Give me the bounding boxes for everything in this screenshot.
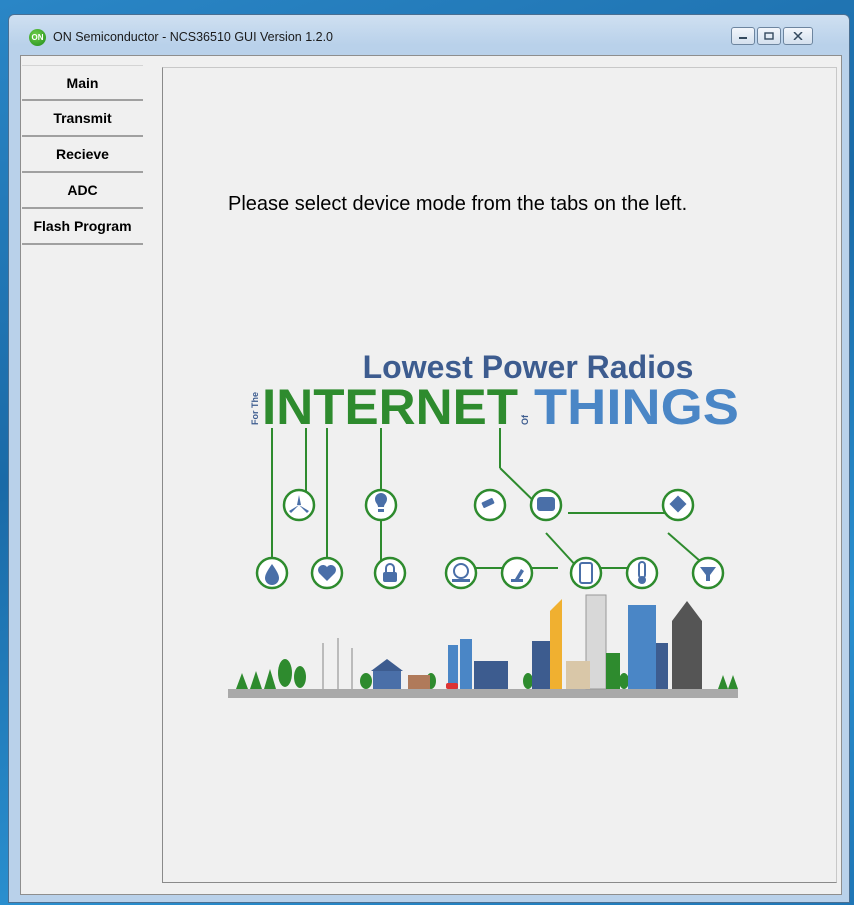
app-window: ON ON Semiconductor - NCS36510 GUI Versi…: [8, 14, 850, 903]
window-title: ON Semiconductor - NCS36510 GUI Version …: [53, 30, 333, 44]
maximize-button[interactable]: [757, 27, 781, 45]
tab-transmit[interactable]: Transmit: [22, 101, 143, 137]
banner-things: THINGS: [534, 379, 739, 435]
tab-recieve[interactable]: Recieve: [22, 137, 143, 173]
tab-page-main: Please select device mode from the tabs …: [162, 67, 837, 883]
minimize-icon: [739, 37, 747, 39]
mode-tab-strip: Main Transmit Recieve ADC Flash Program: [22, 65, 143, 245]
iot-banner-graphic: Lowest Power Radios For The INTERNET Of …: [228, 349, 739, 698]
app-icon-text: ON: [31, 33, 44, 42]
maximize-icon: [764, 32, 774, 40]
tab-adc[interactable]: ADC: [22, 173, 143, 209]
tab-main[interactable]: Main: [22, 65, 143, 101]
client-area: Main Transmit Recieve ADC Flash Program …: [20, 55, 842, 895]
tab-flash-program[interactable]: Flash Program: [22, 209, 143, 245]
minimize-button[interactable]: [731, 27, 755, 45]
banner-internet: INTERNET: [262, 379, 518, 435]
city-skyline: [228, 594, 738, 698]
close-icon: [793, 32, 803, 40]
banner-for-the: For The: [250, 392, 260, 425]
banner-of: Of: [520, 414, 530, 425]
on-semi-logo-icon: ON: [29, 29, 46, 46]
title-bar[interactable]: ON ON Semiconductor - NCS36510 GUI Versi…: [9, 15, 849, 55]
instruction-message: Please select device mode from the tabs …: [228, 193, 688, 215]
close-button[interactable]: [783, 27, 813, 45]
